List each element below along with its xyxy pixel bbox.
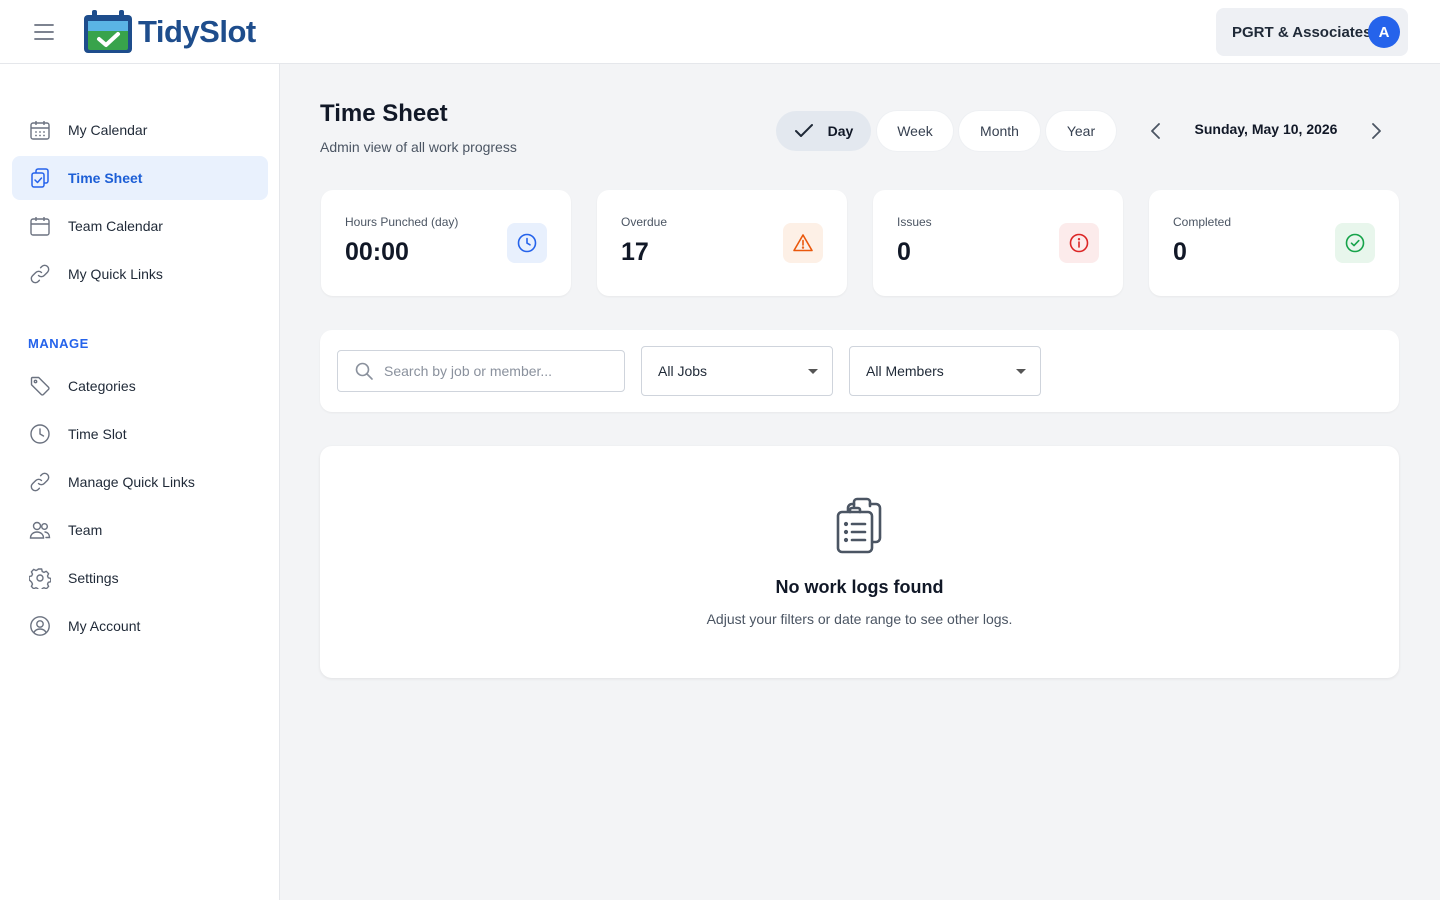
- sidebar-item-my-calendar[interactable]: My Calendar: [12, 108, 268, 152]
- sidebar-item-label: Manage Quick Links: [68, 474, 195, 490]
- sidebar-item-categories[interactable]: Categories: [12, 364, 268, 408]
- sidebar-item-manage-quick-links[interactable]: Manage Quick Links: [12, 460, 268, 504]
- chevron-left-icon: [1151, 123, 1160, 139]
- members-select[interactable]: All Members: [849, 346, 1041, 396]
- clipboard-list-icon: [834, 496, 886, 561]
- logo-text: TidySlot: [138, 14, 256, 49]
- tab-year-label: Year: [1066, 123, 1096, 139]
- sidebar-item-label: My Calendar: [68, 122, 148, 138]
- calendar-grid-icon: [28, 118, 52, 142]
- stat-label: Overdue: [621, 215, 668, 229]
- empty-state-subtitle: Adjust your filters or date range to see…: [706, 611, 1013, 627]
- sidebar: My Calendar Time Sheet Team Calendar My …: [0, 64, 280, 900]
- sidebar-item-team-calendar[interactable]: Team Calendar: [12, 204, 268, 248]
- stat-label: Hours Punched (day): [345, 215, 459, 229]
- tab-year[interactable]: Year: [1046, 111, 1116, 151]
- manage-section-label: MANAGE: [28, 336, 89, 351]
- user-circle-icon: [28, 614, 52, 638]
- caret-down-icon: [1016, 369, 1026, 374]
- sidebar-item-label: Time Sheet: [68, 170, 143, 186]
- empty-state-title: No work logs found: [775, 577, 944, 597]
- page-subtitle: Admin view of all work progress: [320, 139, 517, 155]
- filter-panel: All Jobs All Members: [320, 330, 1399, 412]
- tab-month-label: Month: [980, 123, 1019, 139]
- link-icon: [28, 470, 52, 494]
- sidebar-item-team[interactable]: Team: [12, 508, 268, 552]
- sidebar-item-label: Team Calendar: [68, 218, 163, 234]
- clipboard-check-icon: [28, 166, 52, 190]
- sidebar-item-label: Time Slot: [68, 426, 127, 442]
- sidebar-item-my-account[interactable]: My Account: [12, 604, 268, 648]
- page-title: Time Sheet: [320, 100, 448, 127]
- previous-date-button[interactable]: [1144, 119, 1168, 143]
- current-date-label: Sunday, May 10, 2026: [1194, 121, 1338, 137]
- tag-icon: [28, 374, 52, 398]
- hamburger-menu-icon[interactable]: [32, 21, 56, 43]
- tab-day[interactable]: Day: [776, 111, 871, 151]
- avatar[interactable]: A: [1368, 16, 1400, 48]
- work-logs-panel: No work logs found Adjust your filters o…: [320, 446, 1399, 678]
- next-date-button[interactable]: [1364, 119, 1388, 143]
- link-icon: [28, 262, 52, 286]
- stat-card-completed: Completed 0: [1149, 190, 1399, 296]
- tab-week-label: Week: [897, 123, 933, 139]
- app-logo[interactable]: TidySlot: [82, 9, 256, 55]
- stat-label: Completed: [1173, 215, 1232, 229]
- stat-value: 0: [897, 238, 911, 266]
- warning-icon: [783, 223, 823, 263]
- stat-value: 17: [621, 238, 649, 266]
- tab-day-label: Day: [827, 123, 854, 139]
- stat-value: 0: [1173, 238, 1187, 266]
- chevron-right-icon: [1372, 123, 1381, 139]
- tab-month[interactable]: Month: [959, 111, 1040, 151]
- sidebar-item-my-quick-links[interactable]: My Quick Links: [12, 252, 268, 296]
- stat-label: Issues: [897, 215, 932, 229]
- users-icon: [28, 518, 52, 542]
- members-select-value: All Members: [866, 363, 944, 379]
- org-switcher-button[interactable]: PGRT & Associates A: [1216, 8, 1408, 56]
- info-icon: [1059, 223, 1099, 263]
- sidebar-item-label: My Quick Links: [68, 266, 163, 282]
- stat-card-overdue: Overdue 17: [597, 190, 847, 296]
- search-field[interactable]: [337, 350, 625, 392]
- sidebar-item-label: My Account: [68, 618, 141, 634]
- stat-value: 00:00: [345, 238, 409, 266]
- search-input[interactable]: [384, 363, 614, 379]
- search-icon: [355, 362, 373, 380]
- org-name: PGRT & Associates: [1232, 23, 1372, 41]
- clock-icon: [507, 223, 547, 263]
- logo-calendar-icon: [84, 10, 132, 53]
- calendar-icon: [28, 214, 52, 238]
- gear-icon: [28, 566, 52, 590]
- tab-week[interactable]: Week: [877, 111, 953, 151]
- top-header: TidySlot PGRT & Associates A: [0, 0, 1440, 64]
- sidebar-item-settings[interactable]: Settings: [12, 556, 268, 600]
- stat-card-hours: Hours Punched (day) 00:00: [321, 190, 571, 296]
- check-circle-icon: [1335, 223, 1375, 263]
- sidebar-item-label: Categories: [68, 378, 136, 394]
- clock-icon: [28, 422, 52, 446]
- sidebar-item-time-slot[interactable]: Time Slot: [12, 412, 268, 456]
- jobs-select-value: All Jobs: [658, 363, 708, 379]
- caret-down-icon: [808, 369, 818, 374]
- sidebar-item-label: Settings: [68, 570, 119, 586]
- jobs-select[interactable]: All Jobs: [641, 346, 833, 396]
- check-icon: [794, 123, 814, 139]
- stat-card-issues: Issues 0: [873, 190, 1123, 296]
- sidebar-item-label: Team: [68, 522, 103, 538]
- sidebar-item-time-sheet[interactable]: Time Sheet: [12, 156, 268, 200]
